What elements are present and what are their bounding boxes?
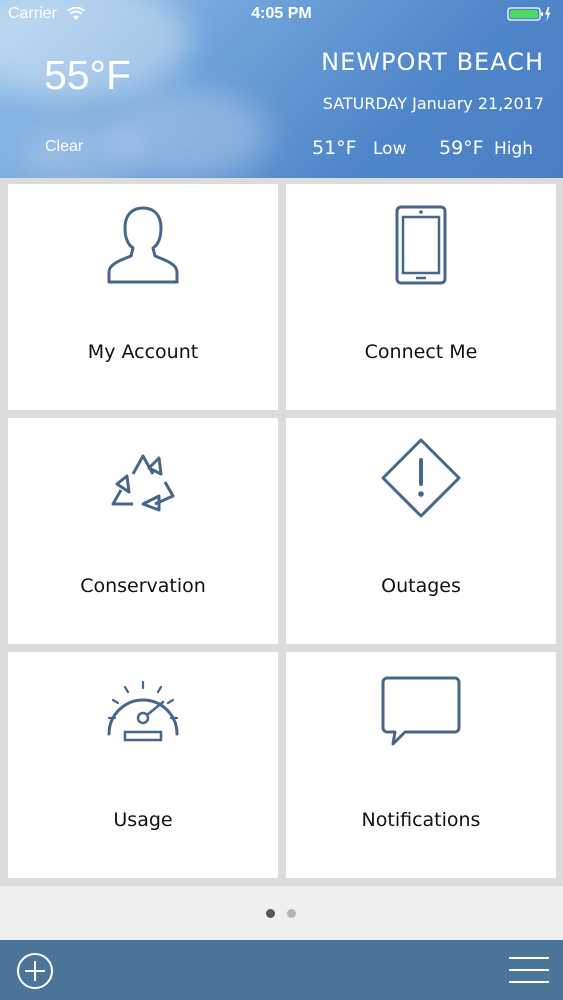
- tile-conservation[interactable]: Conservation: [8, 418, 278, 644]
- user-icon: [107, 206, 179, 284]
- page-dot[interactable]: [287, 909, 296, 918]
- gauge-icon: [107, 680, 179, 742]
- tile-notifications[interactable]: Notifications: [286, 652, 556, 878]
- status-bar: Carrier 4:05 PM: [0, 0, 563, 30]
- weather-header: Carrier 4:05 PM 55°F Clear NEWPORT BEACH…: [0, 0, 563, 178]
- current-temperature: 55°F: [44, 52, 132, 98]
- menu-button[interactable]: [509, 956, 549, 988]
- bottom-toolbar: [0, 940, 563, 1000]
- phone-icon: [395, 205, 447, 285]
- battery-charging-icon: [507, 6, 553, 26]
- tile-my-account[interactable]: My Account: [8, 184, 278, 410]
- high-label: High: [494, 139, 534, 159]
- low-label: Low: [373, 139, 407, 159]
- low-temperature: 51°F: [312, 137, 357, 159]
- hamburger-menu-icon: [509, 957, 549, 983]
- page-dot-active[interactable]: [266, 909, 275, 918]
- warning-icon: [381, 438, 461, 518]
- high-temperature: 59°F: [439, 137, 484, 159]
- tile-label: Connect Me: [364, 341, 478, 363]
- city-name: NEWPORT BEACH: [321, 48, 544, 76]
- plus-circle-icon: [17, 953, 53, 989]
- tile-label: Outages: [381, 575, 461, 597]
- tile-label: Usage: [113, 809, 173, 831]
- page-indicator: [0, 886, 563, 940]
- current-date: SATURDAY January 21,2017: [322, 94, 544, 113]
- tile-usage[interactable]: Usage: [8, 652, 278, 878]
- weather-condition: Clear: [45, 138, 84, 155]
- tile-connect-me[interactable]: Connect Me: [286, 184, 556, 410]
- chat-bubble-icon: [381, 676, 461, 746]
- tile-label: Conservation: [80, 575, 206, 597]
- tile-label: My Account: [87, 341, 199, 363]
- recycle-icon: [111, 454, 175, 512]
- tile-outages[interactable]: Outages: [286, 418, 556, 644]
- add-button[interactable]: [16, 952, 54, 994]
- tile-label: Notifications: [361, 809, 481, 831]
- status-time: 4:05 PM: [251, 5, 312, 22]
